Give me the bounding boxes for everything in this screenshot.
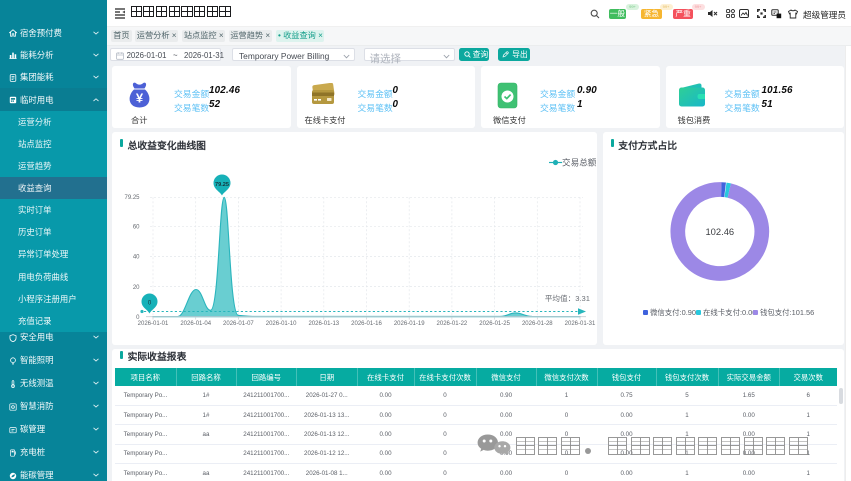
svg-text:20: 20 [133, 285, 140, 291]
svg-text:2026-01-28: 2026-01-28 [522, 321, 553, 327]
svg-text:2026-01-25: 2026-01-25 [479, 321, 510, 327]
svg-text:2026-01-22: 2026-01-22 [437, 321, 468, 327]
svg-text:平均值：3.31: 平均值：3.31 [545, 293, 590, 303]
svg-text:40: 40 [133, 255, 140, 261]
svg-text:2026-01-13: 2026-01-13 [308, 321, 339, 327]
svg-text:79.25: 79.25 [215, 182, 229, 188]
svg-text:2026-01-16: 2026-01-16 [351, 321, 382, 327]
svg-text:交易总额: 交易总额 [562, 157, 597, 168]
svg-text:79.25: 79.25 [124, 195, 140, 201]
svg-text:¥: ¥ [136, 91, 144, 106]
svg-text:2026-01-07: 2026-01-07 [223, 321, 254, 327]
svg-text:2026-01-01: 2026-01-01 [138, 321, 169, 327]
svg-text:2026-01-04: 2026-01-04 [180, 321, 211, 327]
svg-text:60: 60 [133, 225, 140, 231]
svg-text:在线卡支付:0.00: 在线卡支付:0.00 [703, 308, 756, 317]
svg-text:钱包支付:101.56: 钱包支付:101.56 [760, 308, 814, 317]
svg-text:2026-01-10: 2026-01-10 [266, 321, 297, 327]
svg-text:微信支付:0.90: 微信支付:0.90 [650, 308, 696, 317]
svg-text:102.46: 102.46 [705, 226, 734, 237]
svg-text:2026-01-19: 2026-01-19 [394, 321, 425, 327]
svg-text:2026-01-31: 2026-01-31 [565, 321, 596, 327]
